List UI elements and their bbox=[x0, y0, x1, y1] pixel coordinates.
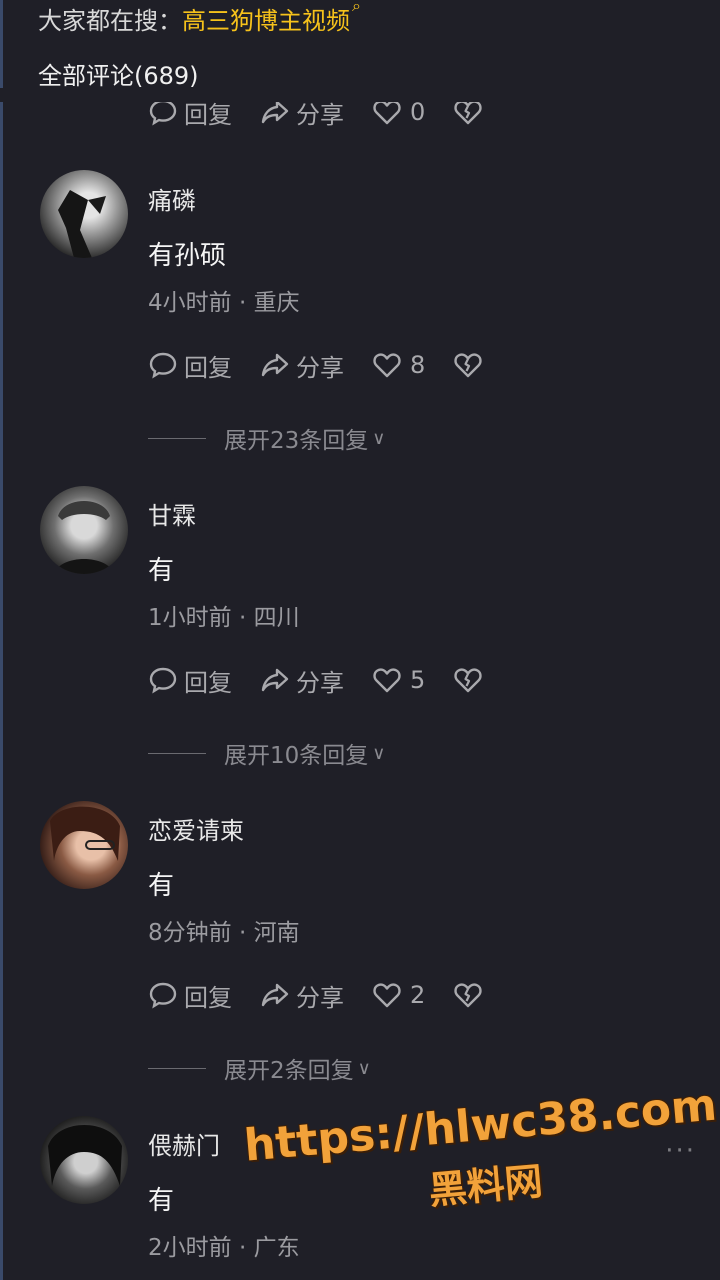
heart-icon bbox=[373, 353, 401, 378]
heart-icon bbox=[373, 983, 401, 1008]
share-button[interactable]: 分享 bbox=[260, 978, 344, 1013]
share-button[interactable]: 分享 bbox=[260, 663, 344, 698]
like-button[interactable]: 5 bbox=[372, 665, 425, 695]
dislike-button[interactable] bbox=[453, 350, 489, 380]
search-suggestion[interactable]: 大家都在搜： 高三狗博主视频 ⌕ bbox=[38, 0, 361, 36]
comment-username[interactable]: 痛磷 bbox=[148, 181, 196, 216]
share-label: 分享 bbox=[296, 668, 344, 697]
avatar[interactable] bbox=[40, 486, 128, 574]
share-label: 分享 bbox=[296, 983, 344, 1012]
expand-replies-label: 展开23条回复 bbox=[224, 428, 369, 454]
share-label: 分享 bbox=[296, 353, 344, 382]
watermark-overlay: https://hlwc38.com 黑料网 bbox=[242, 1080, 720, 1231]
divider-dash bbox=[148, 752, 206, 754]
expand-replies-button[interactable]: 展开10条回复 ∨ bbox=[148, 736, 385, 770]
avatar[interactable] bbox=[40, 170, 128, 258]
heart-icon bbox=[373, 668, 401, 693]
search-hint-term[interactable]: 高三狗博主视频 bbox=[182, 1, 350, 36]
comment-meta: 1小时前 · 四川 bbox=[148, 605, 300, 631]
like-count: 0 bbox=[410, 98, 426, 126]
comment-actions: 回复 分享 5 bbox=[148, 660, 517, 700]
reply-icon bbox=[149, 667, 177, 694]
reply-label: 回复 bbox=[184, 353, 232, 382]
dislike-button[interactable] bbox=[453, 980, 489, 1010]
share-icon bbox=[261, 353, 289, 377]
comment-meta: 2小时前 · 广东 bbox=[148, 1235, 300, 1261]
chevron-down-icon: ∨ bbox=[357, 1057, 371, 1079]
avatar[interactable] bbox=[40, 1116, 128, 1204]
scroll-mask bbox=[0, 88, 720, 102]
divider-dash bbox=[148, 437, 206, 439]
expand-replies-label: 展开2条回复 bbox=[224, 1058, 354, 1084]
share-button[interactable]: 分享 bbox=[260, 348, 344, 383]
broken-heart-icon bbox=[454, 353, 482, 378]
like-button[interactable]: 8 bbox=[372, 350, 425, 380]
comment-username[interactable]: 甘霖 bbox=[148, 496, 196, 531]
like-button[interactable]: 2 bbox=[372, 980, 425, 1010]
like-count: 5 bbox=[410, 666, 426, 694]
divider-dash bbox=[148, 1067, 206, 1069]
comment-content: 有 bbox=[148, 871, 175, 901]
like-count: 2 bbox=[410, 981, 426, 1009]
expand-replies-label: 展开10条回复 bbox=[224, 743, 369, 769]
search-icon: ⌕ bbox=[352, 0, 361, 15]
comment-content: 有孙硕 bbox=[148, 241, 227, 271]
broken-heart-icon bbox=[454, 668, 482, 693]
comment-content: 有 bbox=[148, 1186, 175, 1216]
like-count: 8 bbox=[410, 351, 426, 379]
expand-replies-button[interactable]: 展开23条回复 ∨ bbox=[148, 421, 385, 455]
dislike-button[interactable] bbox=[453, 665, 489, 695]
reply-icon bbox=[149, 982, 177, 1009]
avatar-image bbox=[58, 190, 106, 258]
comment-username[interactable]: 偎赫门 bbox=[148, 1126, 220, 1161]
chevron-down-icon: ∨ bbox=[372, 742, 386, 764]
comment-meta: 4小时前 · 重庆 bbox=[148, 290, 300, 316]
comments-title: 全部评论(689) bbox=[38, 62, 199, 90]
reply-icon bbox=[149, 352, 177, 379]
avatar[interactable] bbox=[40, 801, 128, 889]
comment-actions: 回复 分享 8 bbox=[148, 345, 517, 385]
broken-heart-icon bbox=[454, 983, 482, 1008]
avatar-image bbox=[48, 1125, 122, 1186]
reply-button[interactable]: 回复 bbox=[148, 348, 232, 383]
share-icon bbox=[261, 668, 289, 692]
comment-content: 有 bbox=[148, 556, 175, 586]
comment-username[interactable]: 恋爱请柬 bbox=[148, 811, 244, 846]
reply-button[interactable]: 回复 bbox=[148, 663, 232, 698]
reply-button[interactable]: 回复 bbox=[148, 978, 232, 1013]
reply-label: 回复 bbox=[184, 983, 232, 1012]
comment-meta: 8分钟前 · 河南 bbox=[148, 920, 300, 946]
expand-replies-button[interactable]: 展开2条回复 ∨ bbox=[148, 1051, 371, 1085]
reply-label: 回复 bbox=[184, 668, 232, 697]
avatar-image bbox=[54, 501, 114, 574]
chevron-down-icon: ∨ bbox=[372, 427, 386, 449]
search-hint-prefix: 大家都在搜： bbox=[38, 6, 182, 35]
comment-actions: 回复 分享 2 bbox=[148, 975, 517, 1015]
avatar-image bbox=[50, 806, 120, 861]
left-edge-divider bbox=[0, 0, 3, 1280]
share-icon bbox=[261, 983, 289, 1007]
